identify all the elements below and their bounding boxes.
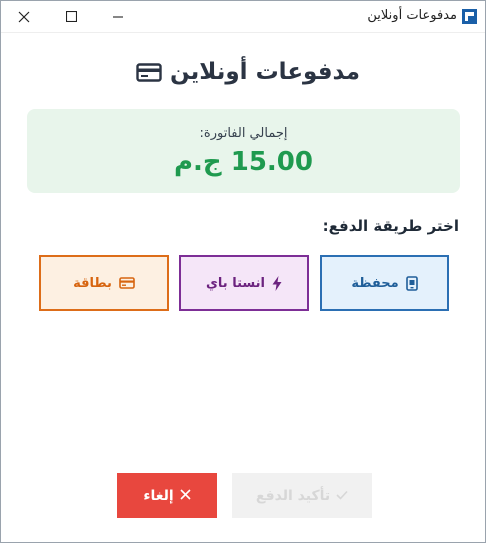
app-logo-icon xyxy=(462,9,477,24)
maximize-icon xyxy=(65,11,77,22)
page-title-text: مدفوعات أونلاين xyxy=(169,59,361,85)
close-button[interactable] xyxy=(1,1,47,32)
payment-method-label: اختر طريقة الدفع: xyxy=(322,217,459,235)
card-icon xyxy=(136,63,162,82)
minimize-icon xyxy=(113,15,123,18)
invoice-total-amount: 15.00 ج.م xyxy=(174,147,313,177)
invoice-total-label: إجمالي الفاتورة: xyxy=(199,126,288,141)
wallet-method-label: محفظة xyxy=(351,275,399,291)
confirm-payment-label: تأكيد الدفع xyxy=(255,487,331,504)
card-icon xyxy=(119,277,135,289)
wallet-method-button[interactable]: محفظة xyxy=(320,255,449,311)
cancel-button[interactable]: إلغاء xyxy=(117,473,217,518)
confirm-payment-button[interactable]: تأكيد الدفع xyxy=(232,473,372,518)
instapay-method-label: انستا باي xyxy=(206,275,265,291)
wallet-icon xyxy=(405,275,418,291)
app-window: مدفوعات أونلاين مدفوعات أونلاين إجمالي ا… xyxy=(0,0,486,543)
invoice-total-panel: إجمالي الفاتورة: 15.00 ج.م xyxy=(27,109,460,193)
card-method-button[interactable]: بطاقة xyxy=(39,255,169,311)
window-title: مدفوعات أونلاين xyxy=(367,8,457,23)
bolt-icon xyxy=(272,275,282,291)
minimize-button[interactable] xyxy=(95,1,141,32)
cancel-button-label: إلغاء xyxy=(143,487,174,504)
x-icon xyxy=(180,488,191,504)
check-icon xyxy=(336,488,348,504)
page-title: مدفوعات أونلاين xyxy=(1,59,485,85)
title-bar: مدفوعات أونلاين xyxy=(1,1,485,33)
instapay-method-button[interactable]: انستا باي xyxy=(179,255,309,311)
maximize-button[interactable] xyxy=(48,1,94,32)
close-icon xyxy=(18,11,30,22)
card-method-label: بطاقة xyxy=(73,275,112,291)
